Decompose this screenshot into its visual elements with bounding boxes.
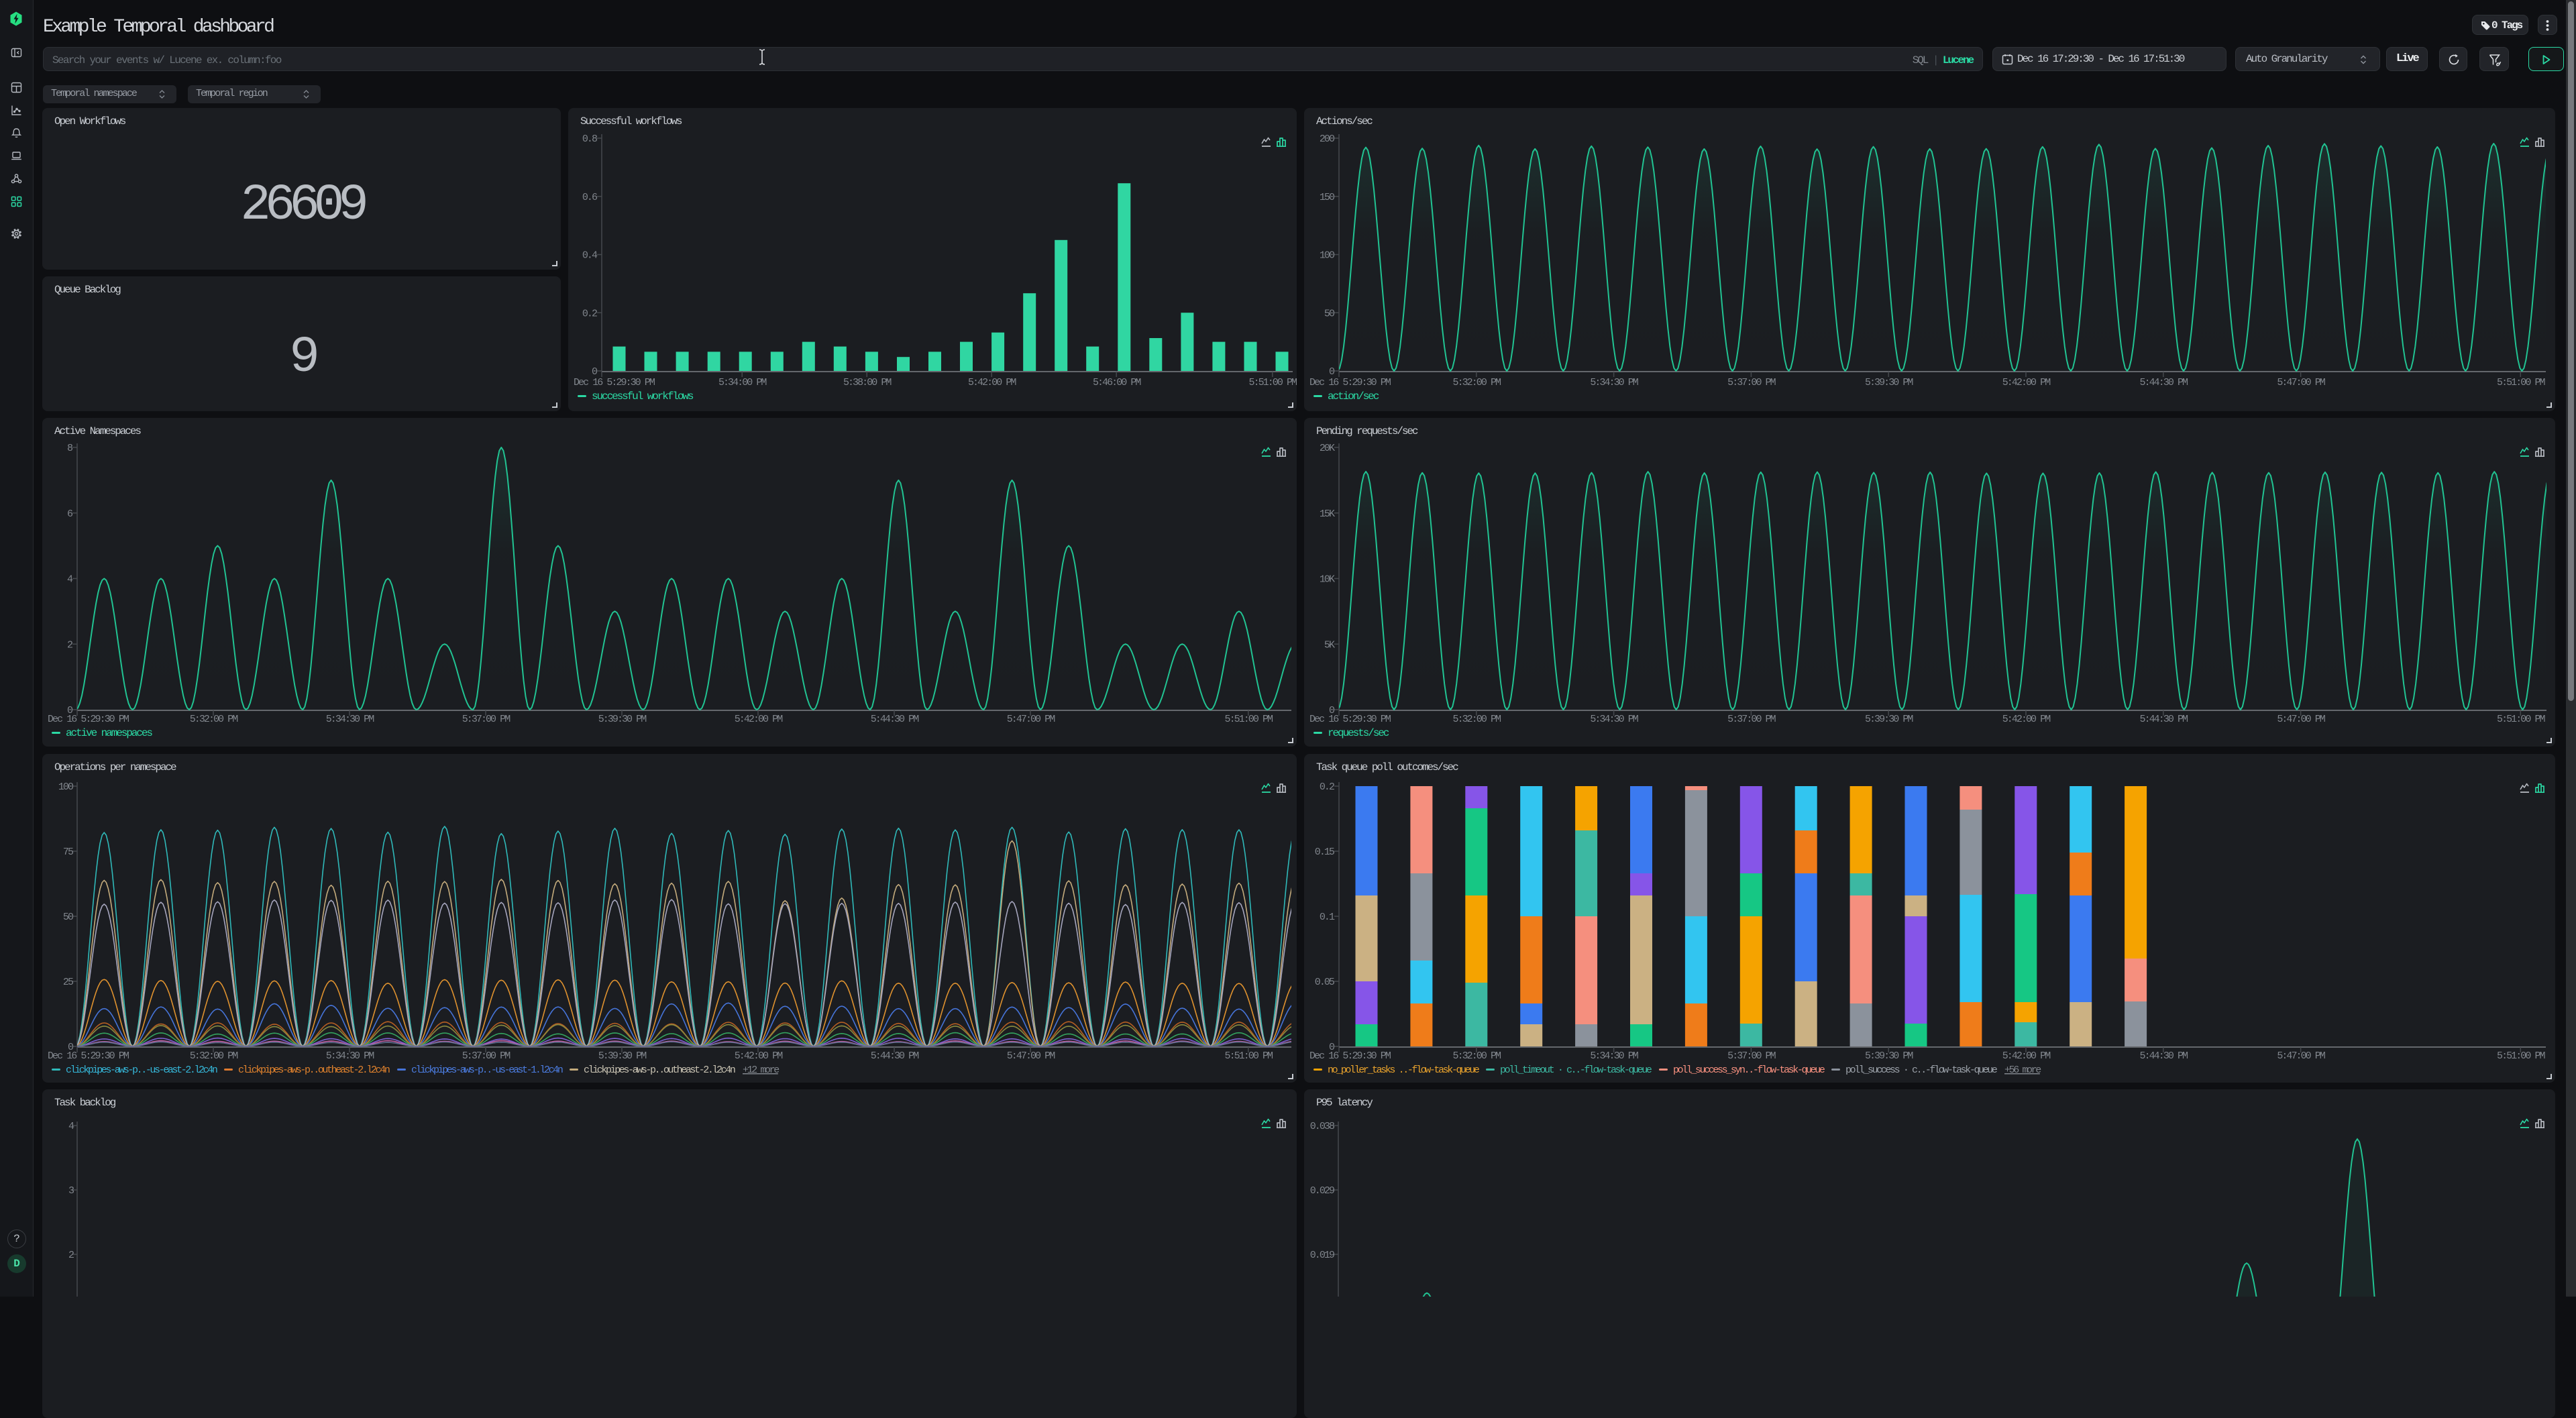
svg-text:5:42:00 PM: 5:42:00 PM — [2002, 714, 2051, 725]
svg-text:0.05: 0.05 — [1315, 977, 1335, 988]
svg-text:4: 4 — [68, 1121, 74, 1132]
svg-text:5:51:00 PM: 5:51:00 PM — [2497, 1050, 2545, 1062]
svg-text:0.1: 0.1 — [1320, 912, 1335, 923]
svg-text:Dec 16 5:29:30 PM: Dec 16 5:29:30 PM — [1309, 1050, 1391, 1062]
svg-text:0.2: 0.2 — [582, 308, 597, 319]
svg-text:5:51:00 PM: 5:51:00 PM — [1249, 377, 1297, 388]
svg-text:5:51:00 PM: 5:51:00 PM — [2497, 714, 2545, 725]
svg-text:clickpipes-aws-p..-us-east-2.l: clickpipes-aws-p..-us-east-2.l2c4n — [66, 1065, 217, 1076]
svg-text:0.8: 0.8 — [582, 133, 598, 145]
svg-text:2: 2 — [67, 639, 72, 651]
svg-text:0.6: 0.6 — [582, 192, 598, 203]
svg-text:5:37:00 PM: 5:37:00 PM — [462, 714, 511, 725]
svg-text:15K: 15K — [1320, 508, 1335, 520]
svg-text:5:37:00 PM: 5:37:00 PM — [1727, 714, 1776, 725]
svg-text:action/sec: action/sec — [1328, 390, 1379, 402]
svg-text:+12 more: +12 more — [743, 1065, 780, 1076]
svg-text:0.4: 0.4 — [582, 250, 598, 262]
svg-text:0.2: 0.2 — [1320, 781, 1334, 793]
svg-text:5:51:00 PM: 5:51:00 PM — [2497, 377, 2545, 388]
svg-text:150: 150 — [1320, 192, 1335, 203]
svg-text:6: 6 — [67, 508, 73, 520]
svg-text:0: 0 — [1329, 366, 1335, 378]
svg-text:5:32:00 PM: 5:32:00 PM — [190, 1050, 238, 1062]
svg-text:100: 100 — [58, 781, 74, 793]
svg-text:5:39:30 PM: 5:39:30 PM — [598, 714, 647, 725]
svg-text:50: 50 — [63, 912, 74, 923]
svg-text:5:37:00 PM: 5:37:00 PM — [462, 1050, 511, 1062]
svg-text:5:47:00 PM: 5:47:00 PM — [1007, 1050, 1055, 1062]
svg-text:5:44:30 PM: 5:44:30 PM — [871, 1050, 919, 1062]
svg-text:5:38:00 PM: 5:38:00 PM — [843, 377, 892, 388]
svg-text:5:42:00 PM: 5:42:00 PM — [2002, 377, 2051, 388]
svg-text:5:34:30 PM: 5:34:30 PM — [1590, 377, 1638, 388]
svg-text:5:47:00 PM: 5:47:00 PM — [2277, 714, 2325, 725]
svg-text:5K: 5K — [1324, 639, 1335, 651]
svg-text:10K: 10K — [1320, 574, 1335, 586]
svg-text:Dec 16 5:29:30 PM: Dec 16 5:29:30 PM — [574, 377, 655, 388]
svg-text:8: 8 — [67, 443, 73, 454]
svg-text:requests/sec: requests/sec — [1328, 727, 1389, 739]
svg-text:5:39:30 PM: 5:39:30 PM — [1865, 377, 1913, 388]
svg-text:0.038: 0.038 — [1310, 1121, 1335, 1132]
svg-text:0.029: 0.029 — [1310, 1185, 1334, 1197]
svg-text:Dec 16 5:29:30 PM: Dec 16 5:29:30 PM — [1309, 714, 1391, 725]
svg-text:poll_success_syn..-flow-task-q: poll_success_syn..-flow-task-queue — [1673, 1065, 1825, 1076]
svg-text:5:34:30 PM: 5:34:30 PM — [326, 714, 374, 725]
svg-text:3: 3 — [68, 1185, 74, 1197]
svg-text:5:44:30 PM: 5:44:30 PM — [2140, 1050, 2188, 1062]
svg-text:0: 0 — [592, 366, 598, 378]
svg-text:5:39:30 PM: 5:39:30 PM — [598, 1050, 647, 1062]
svg-text:2: 2 — [68, 1250, 74, 1261]
svg-text:poll_success · c..-flow-task-q: poll_success · c..-flow-task-queue — [1845, 1065, 1998, 1076]
svg-text:4: 4 — [67, 574, 73, 586]
svg-text:5:42:00 PM: 5:42:00 PM — [968, 377, 1016, 388]
svg-text:active namespaces: active namespaces — [66, 727, 152, 739]
svg-text:200: 200 — [1320, 133, 1335, 145]
svg-text:5:42:00 PM: 5:42:00 PM — [735, 1050, 783, 1062]
svg-text:5:47:00 PM: 5:47:00 PM — [2277, 1050, 2325, 1062]
svg-text:no_poller_tasks ..-flow-task-q: no_poller_tasks ..-flow-task-queue — [1328, 1065, 1480, 1076]
svg-text:5:39:30 PM: 5:39:30 PM — [1865, 714, 1913, 725]
svg-text:5:37:00 PM: 5:37:00 PM — [1727, 377, 1776, 388]
svg-text:5:32:00 PM: 5:32:00 PM — [1453, 1050, 1501, 1062]
svg-text:0.019: 0.019 — [1310, 1250, 1334, 1261]
svg-text:5:32:00 PM: 5:32:00 PM — [1453, 714, 1501, 725]
svg-text:50: 50 — [1324, 308, 1335, 319]
svg-text:successful workflows: successful workflows — [592, 390, 694, 402]
svg-text:5:37:00 PM: 5:37:00 PM — [1727, 1050, 1776, 1062]
svg-text:5:47:00 PM: 5:47:00 PM — [2277, 377, 2325, 388]
svg-text:5:44:30 PM: 5:44:30 PM — [2140, 377, 2188, 388]
svg-text:0.15: 0.15 — [1315, 847, 1335, 858]
svg-text:20K: 20K — [1320, 443, 1335, 454]
svg-text:5:34:30 PM: 5:34:30 PM — [1590, 714, 1638, 725]
svg-text:5:44:30 PM: 5:44:30 PM — [2140, 714, 2188, 725]
svg-text:5:44:30 PM: 5:44:30 PM — [871, 714, 919, 725]
svg-text:5:42:00 PM: 5:42:00 PM — [735, 714, 783, 725]
svg-text:5:39:30 PM: 5:39:30 PM — [1865, 1050, 1913, 1062]
svg-text:clickpipes-aws-p..outheast-2.l: clickpipes-aws-p..outheast-2.l2c4n — [584, 1065, 735, 1076]
svg-text:5:34:30 PM: 5:34:30 PM — [326, 1050, 374, 1062]
svg-text:clickpipes-aws-p..outheast-2.l: clickpipes-aws-p..outheast-2.l2c4n — [238, 1065, 390, 1076]
svg-text:Dec 16 5:29:30 PM: Dec 16 5:29:30 PM — [48, 714, 129, 725]
svg-text:5:42:00 PM: 5:42:00 PM — [2002, 1050, 2051, 1062]
svg-text:5:34:30 PM: 5:34:30 PM — [1590, 1050, 1638, 1062]
svg-text:25: 25 — [63, 977, 74, 988]
svg-text:5:46:00 PM: 5:46:00 PM — [1093, 377, 1141, 388]
svg-text:Dec 16 5:29:30 PM: Dec 16 5:29:30 PM — [1309, 377, 1391, 388]
svg-text:poll_timeout · c..-flow-task-q: poll_timeout · c..-flow-task-queue — [1500, 1065, 1652, 1076]
svg-text:+56 more: +56 more — [2004, 1065, 2041, 1076]
svg-text:5:51:00 PM: 5:51:00 PM — [1225, 714, 1273, 725]
svg-text:5:34:00 PM: 5:34:00 PM — [718, 377, 767, 388]
svg-text:clickpipes-aws-p..-us-east-1.l: clickpipes-aws-p..-us-east-1.l2c4n — [411, 1065, 563, 1076]
svg-text:5:47:00 PM: 5:47:00 PM — [1007, 714, 1055, 725]
svg-text:5:51:00 PM: 5:51:00 PM — [1225, 1050, 1273, 1062]
svg-text:Dec 16 5:29:30 PM: Dec 16 5:29:30 PM — [48, 1050, 129, 1062]
svg-text:100: 100 — [1320, 250, 1335, 262]
svg-text:75: 75 — [63, 847, 74, 858]
svg-text:5:32:00 PM: 5:32:00 PM — [1453, 377, 1501, 388]
svg-text:5:32:00 PM: 5:32:00 PM — [190, 714, 238, 725]
